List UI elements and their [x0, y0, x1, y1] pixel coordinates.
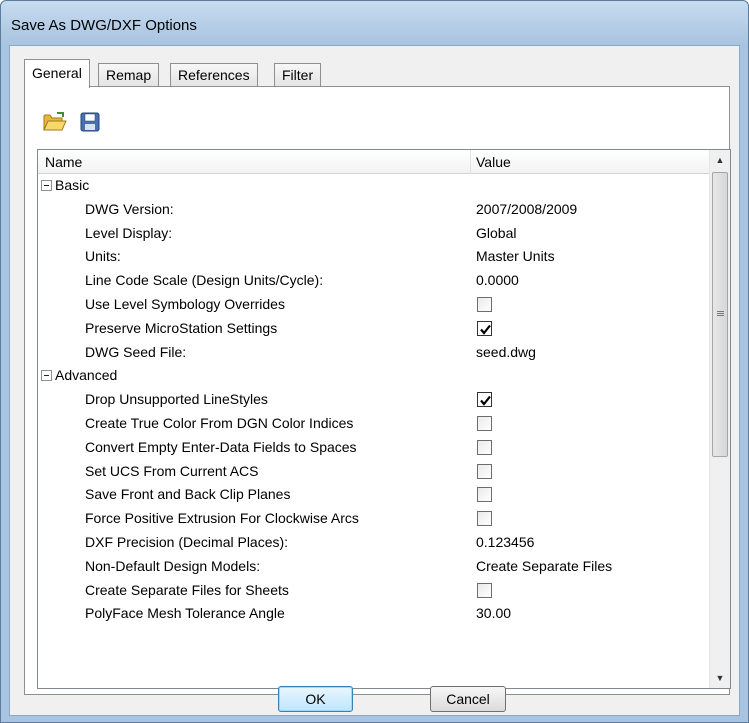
property-value[interactable]: Global — [476, 225, 516, 241]
property-name: Line Code Scale (Design Units/Cycle): — [85, 272, 324, 289]
collapse-icon[interactable] — [41, 180, 52, 191]
property-row[interactable]: Create Separate Files for Sheets — [38, 579, 710, 603]
property-value[interactable]: Master Units — [476, 248, 555, 264]
property-row[interactable]: DWG Seed File: seed.dwg — [38, 341, 710, 365]
property-grid: Name Value Basic DWG Version: 2007/2008/20… — [37, 149, 731, 689]
property-name: Non-Default Design Models: — [85, 557, 261, 574]
scroll-down-icon[interactable]: ▼ — [710, 668, 730, 688]
tab-remap[interactable]: Remap — [98, 63, 160, 87]
property-checkbox[interactable] — [477, 511, 492, 527]
property-checkbox[interactable] — [477, 320, 492, 336]
property-row[interactable]: Force Positive Extrusion For Clockwise A… — [38, 507, 710, 531]
column-header-name[interactable]: Name — [45, 154, 82, 170]
scroll-up-icon[interactable]: ▲ — [710, 150, 730, 170]
property-checkbox[interactable] — [477, 415, 492, 431]
property-row[interactable]: Convert Empty Enter-Data Fields to Space… — [38, 436, 710, 460]
save-settings-button[interactable] — [76, 109, 104, 137]
ok-button[interactable]: OK — [278, 686, 353, 712]
property-checkbox[interactable] — [477, 296, 492, 312]
dialog-client-area: General Remap References Filter Name Val… — [9, 45, 740, 716]
property-name: Drop Unsupported LineStyles — [85, 391, 268, 408]
column-divider[interactable] — [470, 150, 471, 174]
property-checkbox[interactable] — [477, 582, 492, 598]
property-row[interactable]: DXF Precision (Decimal Places): 0.123456 — [38, 531, 710, 555]
property-name: Use Level Symbology Overrides — [85, 295, 285, 312]
open-settings-button[interactable] — [41, 109, 69, 137]
property-row[interactable]: Set UCS From Current ACS — [38, 460, 710, 484]
property-name: Create Separate Files for Sheets — [85, 581, 289, 598]
property-row[interactable]: Units: Master Units — [38, 245, 710, 269]
column-header-value[interactable]: Value — [476, 154, 511, 170]
property-row[interactable]: PolyFace Mesh Tolerance Angle 30.00 — [38, 602, 710, 626]
general-tab-panel: Name Value Basic DWG Version: 2007/2008/20… — [24, 86, 731, 695]
vertical-scrollbar[interactable]: ▲ ▼ — [709, 150, 730, 688]
thumb-grip — [717, 311, 724, 312]
property-row[interactable]: Level Display: Global — [38, 222, 710, 246]
property-row[interactable]: Use Level Symbology Overrides — [38, 293, 710, 317]
property-checkbox[interactable] — [477, 487, 492, 503]
property-name: DWG Seed File: — [85, 343, 187, 360]
dialog-window: Save As DWG/DXF Options General Remap Re… — [0, 0, 749, 723]
category-label: Basic — [55, 177, 90, 193]
cancel-button[interactable]: Cancel — [430, 686, 506, 712]
property-row[interactable]: Save Front and Back Clip Planes — [38, 483, 710, 507]
property-value[interactable]: 2007/2008/2009 — [476, 201, 577, 217]
property-row[interactable]: Non-Default Design Models: Create Separat… — [38, 555, 710, 579]
property-checkbox[interactable] — [477, 392, 492, 408]
tab-filter[interactable]: Filter — [274, 63, 322, 87]
tab-references[interactable]: References — [170, 63, 258, 87]
property-row[interactable]: Preserve MicroStation Settings — [38, 317, 710, 341]
property-name: DWG Version: — [85, 200, 174, 217]
folder-open-icon — [43, 111, 67, 135]
property-name: Preserve MicroStation Settings — [85, 319, 278, 336]
property-name: Level Display: — [85, 224, 173, 241]
property-name: PolyFace Mesh Tolerance Angle — [85, 605, 285, 622]
grid-rows: Basic DWG Version: 2007/2008/2009 Level Dis… — [38, 174, 710, 626]
ok-button-label: OK — [305, 691, 326, 707]
property-name: DXF Precision (Decimal Places): — [85, 533, 289, 550]
property-value[interactable]: seed.dwg — [476, 344, 536, 360]
tab-general[interactable]: General — [24, 59, 90, 88]
title-bar[interactable]: Save As DWG/DXF Options — [1, 1, 748, 45]
property-value[interactable]: 0.123456 — [476, 534, 534, 550]
grid-header: Name Value — [38, 150, 710, 174]
property-row[interactable]: Line Code Scale (Design Units/Cycle): 0.0… — [38, 269, 710, 293]
property-row[interactable]: Drop Unsupported LineStyles — [38, 388, 710, 412]
property-row[interactable]: Create True Color From DGN Color Indices — [38, 412, 710, 436]
property-name: Convert Empty Enter-Data Fields to Space… — [85, 438, 357, 455]
property-name: Units: — [85, 248, 121, 265]
property-name: Create True Color From DGN Color Indices — [85, 414, 354, 431]
window-title: Save As DWG/DXF Options — [11, 17, 197, 34]
floppy-disk-icon — [80, 112, 100, 135]
property-value[interactable]: 30.00 — [476, 605, 511, 621]
thumb-grip — [717, 313, 724, 314]
category-row[interactable]: Advanced — [38, 364, 710, 388]
property-name: Force Positive Extrusion For Clockwise A… — [85, 510, 359, 527]
property-name: Save Front and Back Clip Planes — [85, 486, 291, 503]
property-row[interactable]: DWG Version: 2007/2008/2009 — [38, 198, 710, 222]
property-checkbox[interactable] — [477, 439, 492, 455]
property-checkbox[interactable] — [477, 463, 492, 479]
collapse-icon[interactable] — [41, 370, 52, 382]
thumb-grip — [717, 315, 724, 316]
scrollbar-thumb[interactable] — [712, 172, 728, 457]
category-label: Advanced — [55, 367, 118, 384]
property-value[interactable]: 0.0000 — [476, 272, 519, 288]
property-name: Set UCS From Current ACS — [85, 462, 259, 479]
category-row[interactable]: Basic — [38, 174, 710, 198]
property-value[interactable]: Create Separate Files — [476, 558, 612, 574]
